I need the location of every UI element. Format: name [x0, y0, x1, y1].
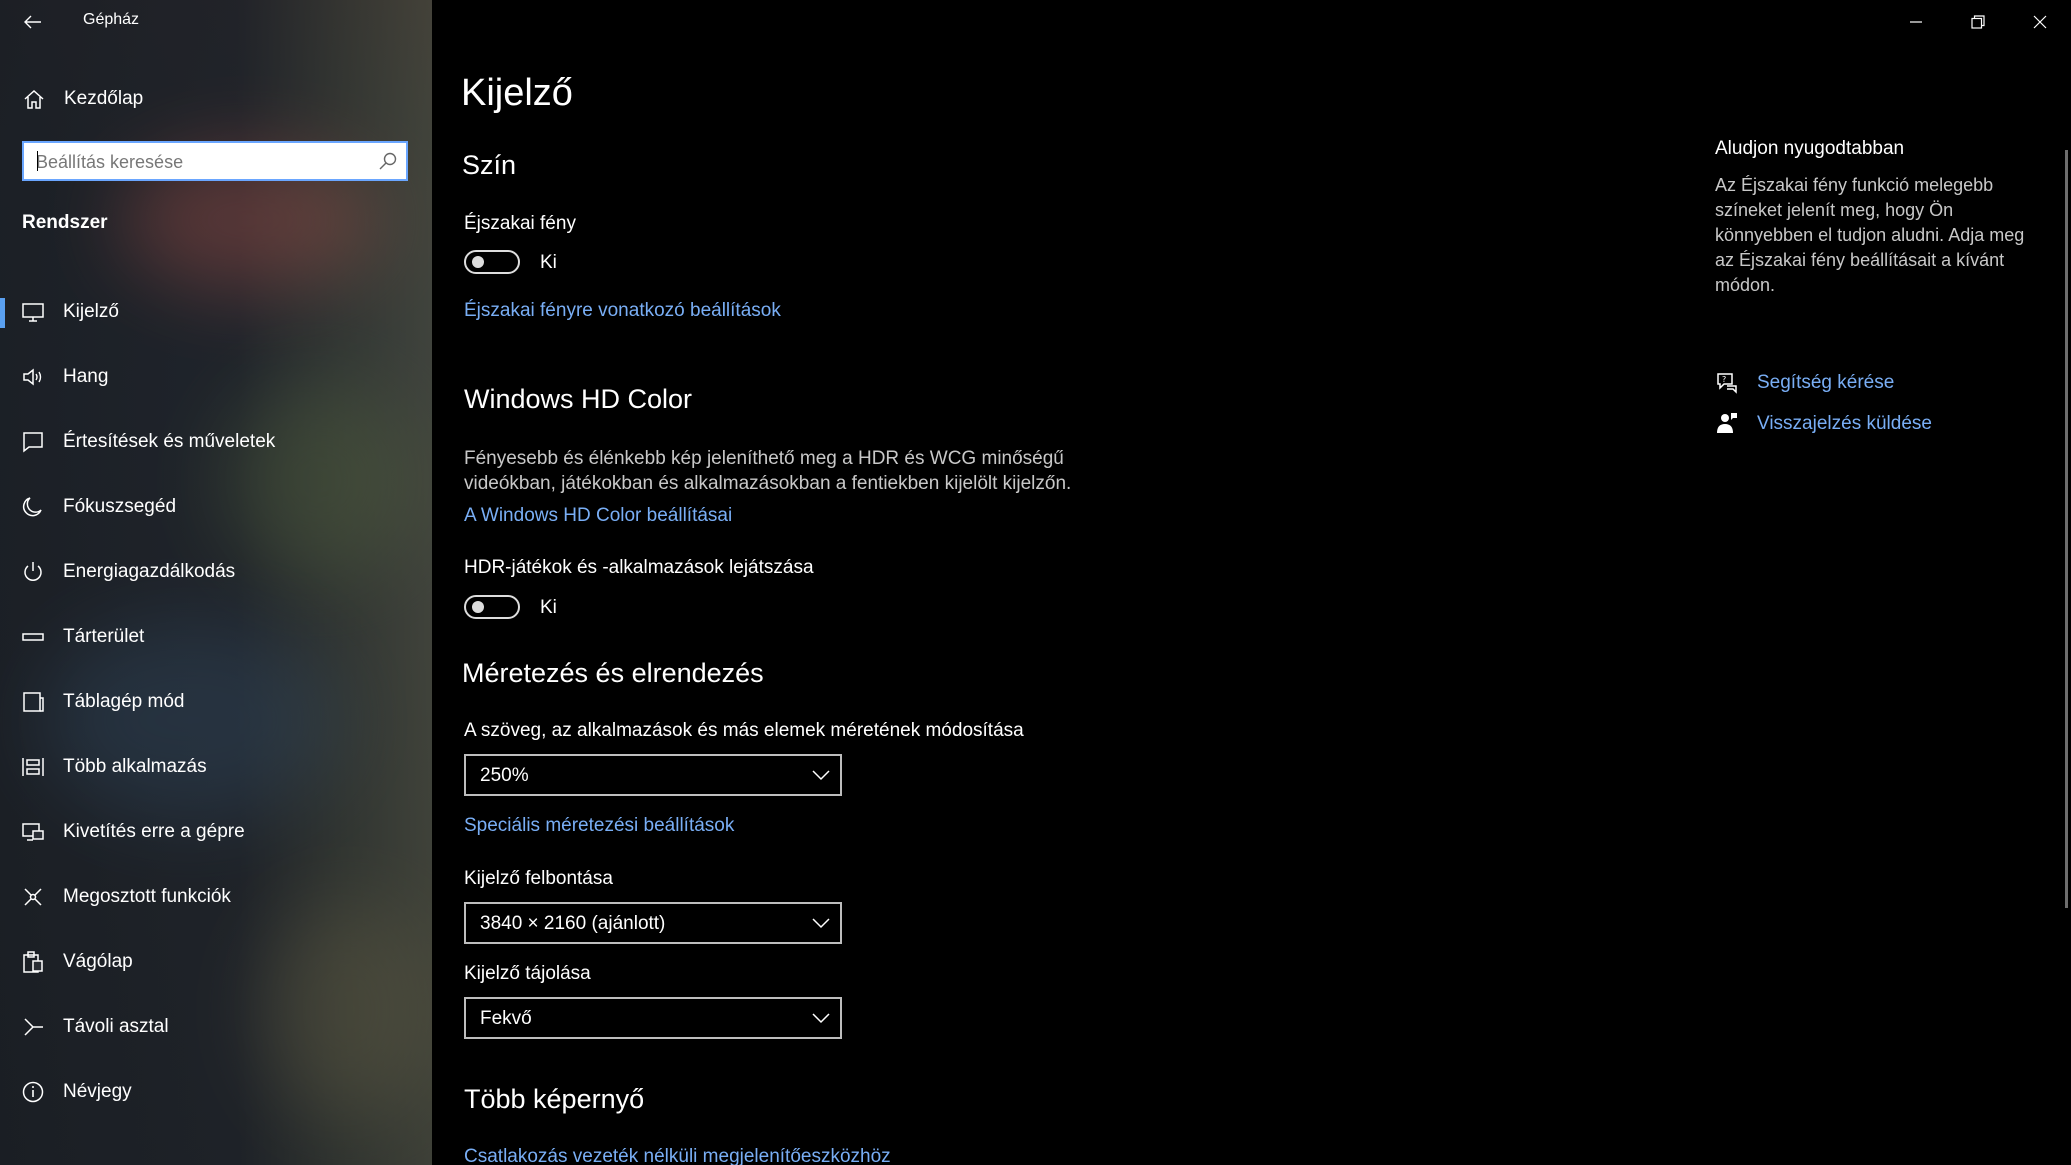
- sidebar-item-clipboard[interactable]: Vágólap: [0, 933, 432, 998]
- sidebar-item-remote-desktop[interactable]: Távoli asztal: [0, 998, 432, 1063]
- scale-heading: Méretezés és elrendezés: [462, 658, 764, 688]
- info-icon: [22, 1081, 44, 1103]
- tips-title: Aludjon nyugodtabban: [1715, 138, 1905, 159]
- sidebar-item-label: Tárterület: [63, 626, 145, 647]
- vertical-scrollbar[interactable]: [2065, 150, 2068, 908]
- wireless-display-link[interactable]: Csatlakozás vezeték nélküli megjelenítőe…: [464, 1146, 891, 1165]
- sidebar-item-label: Kijelző: [63, 301, 119, 322]
- back-button[interactable]: [18, 8, 48, 36]
- chevron-down-icon: [812, 1013, 830, 1024]
- sidebar-item-focus-assist[interactable]: Fókuszsegéd: [0, 478, 432, 543]
- sidebar-item-label: Távoli asztal: [63, 1016, 169, 1037]
- hdr-state: Ki: [540, 597, 557, 618]
- help-chat-icon: ?: [1717, 373, 1737, 394]
- notification-icon: [23, 432, 43, 453]
- resolution-dropdown[interactable]: 3840 × 2160 (ajánlott): [464, 902, 842, 944]
- sidebar-item-home[interactable]: Kezdőlap: [0, 80, 432, 120]
- remote-desktop-icon: [24, 1018, 43, 1036]
- sidebar: Gépház Kezdőlap Rendszer Kij: [0, 0, 432, 1165]
- projecting-icon: [22, 823, 44, 841]
- send-feedback-label: Visszajelzés küldése: [1757, 413, 1932, 434]
- send-feedback-link[interactable]: Visszajelzés küldése: [1715, 409, 1975, 439]
- clipboard-icon: [23, 951, 43, 973]
- hdr-toggle[interactable]: [464, 595, 520, 619]
- night-light-label: Éjszakai fény: [464, 213, 576, 234]
- orientation-label: Kijelző tájolása: [464, 963, 591, 984]
- multiple-displays-heading: Több képernyő: [464, 1084, 645, 1114]
- sidebar-item-label: Kezdőlap: [64, 88, 144, 109]
- toggle-knob: [472, 601, 484, 613]
- power-icon: [24, 562, 42, 581]
- multitasking-icon: [22, 758, 44, 776]
- text-caret: [37, 151, 38, 171]
- home-icon: [24, 89, 44, 109]
- sidebar-item-label: Több alkalmazás: [63, 756, 207, 777]
- advanced-scaling-link[interactable]: Speciális méretezési beállítások: [464, 815, 734, 837]
- storage-icon: [22, 633, 44, 641]
- sidebar-item-label: Táblagép mód: [63, 691, 185, 712]
- resolution-value: 3840 × 2160 (ajánlott): [480, 913, 666, 934]
- sidebar-item-label: Névjegy: [63, 1081, 132, 1102]
- search-icon[interactable]: [378, 151, 398, 171]
- shared-icon: [24, 888, 42, 906]
- hdr-description-line-2: videókban, játékokban és alkalmazásokban…: [464, 473, 1072, 494]
- sidebar-item-label: Értesítések és műveletek: [63, 431, 276, 452]
- sidebar-item-display[interactable]: Kijelző: [0, 283, 432, 348]
- chevron-down-icon: [812, 918, 830, 929]
- night-light-state: Ki: [540, 252, 557, 273]
- chevron-down-icon: [812, 770, 830, 781]
- orientation-dropdown[interactable]: Fekvő: [464, 997, 842, 1039]
- resolution-label: Kijelző felbontása: [464, 868, 613, 889]
- get-help-link[interactable]: ? Segítség kérése: [1715, 368, 1975, 398]
- main-content: Kijelző Szín Éjszakai fény Ki Éjszakai f…: [432, 0, 2071, 1165]
- night-light-toggle[interactable]: [464, 250, 520, 274]
- sidebar-item-shared-experiences[interactable]: Megosztott funkciók: [0, 868, 432, 933]
- sidebar-item-sound[interactable]: Hang: [0, 348, 432, 413]
- search-box[interactable]: [22, 141, 408, 181]
- scale-label: A szöveg, az alkalmazások és más elemek …: [464, 720, 1024, 741]
- selection-indicator: [0, 298, 5, 328]
- speaker-icon: [23, 368, 42, 386]
- sidebar-item-tablet-mode[interactable]: Táblagép mód: [0, 673, 432, 738]
- app-title: Gépház: [83, 11, 140, 28]
- moon-icon: [22, 497, 42, 517]
- tips-description: Az Éjszakai fény funkció melegebb színek…: [1715, 175, 2025, 295]
- sidebar-item-label: Vágólap: [63, 951, 133, 972]
- hd-color-settings-link[interactable]: A Windows HD Color beállításai: [464, 505, 732, 527]
- sidebar-item-projecting[interactable]: Kivetítés erre a gépre: [0, 803, 432, 868]
- sidebar-item-label: Hang: [63, 366, 109, 387]
- night-light-settings-link[interactable]: Éjszakai fényre vonatkozó beállítások: [464, 300, 781, 322]
- scale-dropdown[interactable]: 250%: [464, 754, 842, 796]
- sidebar-item-multitasking[interactable]: Több alkalmazás: [0, 738, 432, 803]
- sidebar-item-about[interactable]: Névjegy: [0, 1063, 432, 1128]
- sidebar-item-storage[interactable]: Tárterület: [0, 608, 432, 673]
- settings-window: Gépház Kezdőlap Rendszer Kij: [0, 0, 2071, 1165]
- hdr-description-line-1: Fényesebb és élénkebb kép jeleníthető me…: [464, 448, 1064, 469]
- toggle-knob: [472, 256, 484, 268]
- feedback-icon: [1717, 413, 1737, 433]
- sidebar-item-notifications[interactable]: Értesítések és műveletek: [0, 413, 432, 478]
- svg-text:?: ?: [1722, 375, 1726, 384]
- search-input[interactable]: [34, 143, 368, 181]
- sidebar-item-label: Megosztott funkciók: [63, 886, 231, 907]
- section-heading: Rendszer: [22, 212, 108, 233]
- sidebar-item-label: Fókuszsegéd: [63, 496, 177, 517]
- orientation-value: Fekvő: [480, 1008, 532, 1029]
- scale-value: 250%: [480, 765, 529, 786]
- get-help-label: Segítség kérése: [1757, 372, 1895, 393]
- sidebar-item-label: Kivetítés erre a gépre: [63, 821, 245, 842]
- color-heading: Szín: [462, 150, 517, 180]
- hdr-heading: Windows HD Color: [464, 384, 693, 414]
- back-arrow-icon: [24, 15, 41, 29]
- page-title: Kijelző: [461, 72, 573, 114]
- hdr-play-label: HDR-játékok és -alkalmazások lejátszása: [464, 557, 814, 578]
- sidebar-nav: Kijelző Hang Értesítések és műveletek Fó…: [0, 283, 432, 1128]
- monitor-icon: [22, 303, 44, 322]
- tablet-icon: [23, 692, 44, 712]
- sidebar-item-power[interactable]: Energiagazdálkodás: [0, 543, 432, 608]
- sidebar-item-label: Energiagazdálkodás: [63, 561, 236, 582]
